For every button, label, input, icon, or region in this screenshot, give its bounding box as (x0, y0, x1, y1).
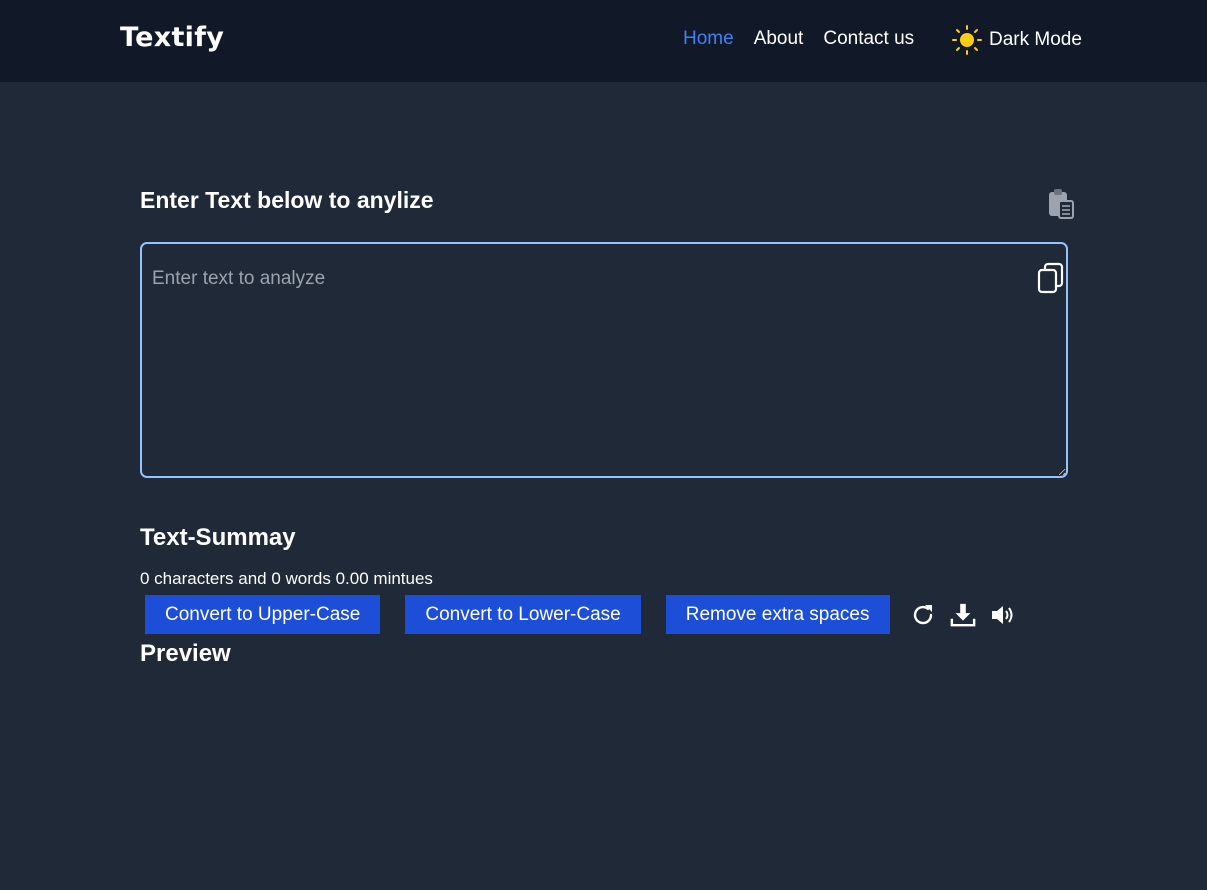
copy-icon[interactable] (1036, 262, 1066, 294)
uppercase-button[interactable]: Convert to Upper-Case (145, 595, 381, 634)
refresh-icon[interactable] (910, 602, 936, 628)
editor-heading: Enter Text below to anylize (140, 187, 434, 213)
textarea-wrapper (140, 242, 1068, 478)
summary-stats: 0 characters and 0 words 0.00 mintues (140, 569, 433, 588)
nav-link-about[interactable]: About (754, 28, 804, 50)
speaker-icon[interactable] (990, 602, 1016, 628)
action-bar: Convert to Upper-Case Convert to Lower-C… (145, 595, 1030, 634)
download-icon[interactable] (950, 602, 976, 628)
nav-links: Home About Contact us (683, 28, 934, 50)
text-input[interactable] (140, 242, 1068, 478)
remove-spaces-button[interactable]: Remove extra spaces (665, 595, 890, 634)
dark-mode-toggle[interactable]: Dark Mode (951, 24, 1082, 56)
preview-heading: Preview (140, 640, 231, 667)
lowercase-button[interactable]: Convert to Lower-Case (405, 595, 641, 634)
sun-icon (952, 25, 982, 55)
clipboard-icon[interactable] (1047, 187, 1075, 219)
summary-heading: Text-Summay (140, 524, 296, 551)
nav-link-home[interactable]: Home (683, 28, 734, 50)
navbar: Textify Home About Contact us Dark Mode (0, 0, 1207, 82)
dark-mode-label: Dark Mode (989, 29, 1082, 50)
brand-logo[interactable]: Textify (120, 22, 224, 53)
nav-link-contact[interactable]: Contact us (823, 28, 914, 50)
